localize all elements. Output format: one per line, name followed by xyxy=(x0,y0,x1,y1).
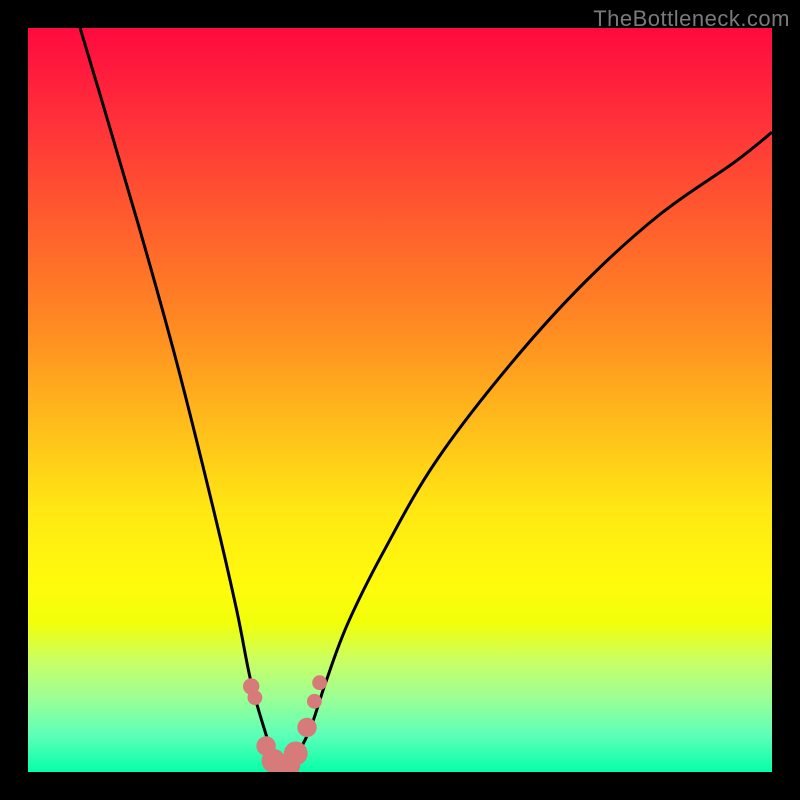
plot-area xyxy=(28,28,772,772)
watermark-text: TheBottleneck.com xyxy=(593,6,790,32)
outer-frame: TheBottleneck.com xyxy=(0,0,800,800)
